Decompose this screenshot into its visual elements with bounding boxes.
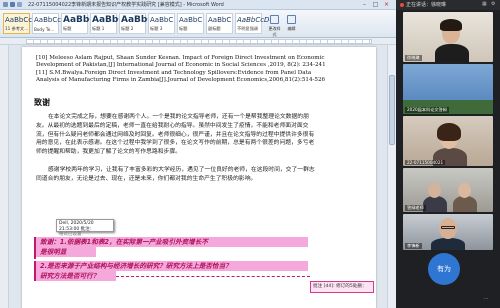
video-tile[interactable]: 李锋新 (403, 214, 493, 250)
video-tile[interactable]: 徐晓琳 (403, 12, 493, 62)
style-gallery-item[interactable]: AaBbC 标题 (177, 13, 204, 34)
acknowledgement-heading: 致谢 (34, 98, 50, 107)
vertical-scrollbar[interactable] (387, 45, 396, 308)
conference-top-bar: 正在讲话：徐晓琳 ▦ ⚙ (396, 0, 500, 10)
style-gallery-item[interactable]: AaBbC 标题 (61, 13, 96, 34)
reference-line: [11] S.M.Bwalya.Foreign Direct Investmen… (36, 70, 312, 76)
comment-balloon[interactable]: 批注 [d4]: 修订的5处删： (310, 281, 374, 293)
ribbon: AaBbCcDc 11 参考文... AaBbCcDc Body Te... A… (0, 10, 396, 38)
document-page[interactable]: [10] Meleeso Aslam Rajput, Shaan Sunder … (22, 47, 376, 308)
save-icon[interactable] (10, 2, 15, 7)
horizontal-ruler[interactable] (0, 38, 396, 45)
styles-icon (270, 15, 279, 24)
style-gallery-item[interactable]: AaBbCcDc 11 参考文... (3, 13, 41, 34)
title-bar: 22-07115004022李锋新期末报告知识产权教学实践研究 [兼容模式] -… (0, 0, 396, 10)
video-tile[interactable]: 答辩老师 (403, 168, 493, 212)
paragraph: 在本论文完成之际，想要在感谢两个人。一个是我的论文指导老师，还有一个是帮我整理论… (36, 114, 315, 156)
edit-button[interactable]: 编辑 (285, 14, 298, 34)
paragraph: 感谢学校两年的学习，让我有了丰富多彩的大学经历，遇见了一位良好的老师，在这段时间… (36, 167, 315, 182)
highlighted-comment-text[interactable]: 是很明显 (36, 247, 96, 257)
maximize-button[interactable]: □ (371, 1, 380, 8)
reference-line: [10] Meleeso Aslam Rajput, Shaan Sunder … (36, 55, 325, 61)
style-gallery-item[interactable]: AaBbC 副标题 (206, 13, 233, 34)
reference-line: Development of Pakistan,[J] Internationa… (36, 62, 326, 68)
settings-icon[interactable]: ⚙ (491, 1, 497, 7)
style-gallery-item[interactable]: AaBbC 标题 3 (148, 13, 175, 34)
participant-avatar[interactable]: 有为 (419, 253, 469, 285)
highlighted-comment-text[interactable]: 致谢：1.依据表1和表2，在实际第一产业吸引外资增长不 (36, 237, 308, 247)
close-button[interactable]: × (382, 1, 391, 8)
video-conference-panel: 正在讲话：徐晓琳 ▦ ⚙ 徐晓琳 2020届本科论文答辩 22-07115004… (396, 0, 500, 308)
glasses-icon (441, 226, 455, 229)
minimize-button[interactable]: – (360, 1, 369, 8)
vertical-ruler (0, 45, 9, 308)
video-tile[interactable]: 2020届本科论文答辩 (403, 64, 493, 114)
comment-connector-line (116, 276, 310, 277)
word-window: 22-07115004022李锋新期末报告知识产权教学实践研究 [兼容模式] -… (0, 0, 396, 308)
style-gallery-item[interactable]: AaBbCcDc Body Te... (32, 13, 70, 34)
undo-icon[interactable] (17, 2, 22, 7)
active-speaker-label: 正在讲话：徐晓琳 (406, 2, 447, 8)
window-title: 22-07115004022李锋新期末报告知识产权教学实践研究 [兼容模式] -… (28, 2, 224, 8)
word-logo-icon[interactable] (3, 2, 8, 7)
speaking-indicator-icon (400, 3, 404, 7)
comment-tooltip: Dell, 2020/5/20 21:53:00 批注: 格式已设置 (56, 219, 114, 237)
avatar: 有为 (428, 253, 460, 285)
highlighted-comment-text[interactable]: 2.是否来源于产业结构与经济增长的研究？研究方法上是否恰当？ (36, 261, 308, 271)
more-options-button[interactable]: ··· (480, 296, 492, 304)
highlighted-comment-text[interactable]: 研究方法是否可行？ (36, 271, 116, 281)
change-styles-button[interactable]: 更改样式 (268, 14, 281, 37)
reference-line: Analysis of Manufacturing Firms in Zambi… (36, 77, 326, 83)
style-gallery-item[interactable]: AaBbC 标题 2 (119, 13, 154, 34)
scrollbar-thumb[interactable] (389, 75, 395, 145)
binoculars-icon (287, 15, 296, 24)
style-gallery-item[interactable]: AaBbC 标题 1 (90, 13, 125, 34)
style-gallery-item[interactable]: AaBbCcDc 不明显强调 (235, 13, 273, 34)
grid-view-icon[interactable]: ▦ (482, 1, 488, 7)
video-tile[interactable]: 22-07115004021 (403, 116, 493, 166)
